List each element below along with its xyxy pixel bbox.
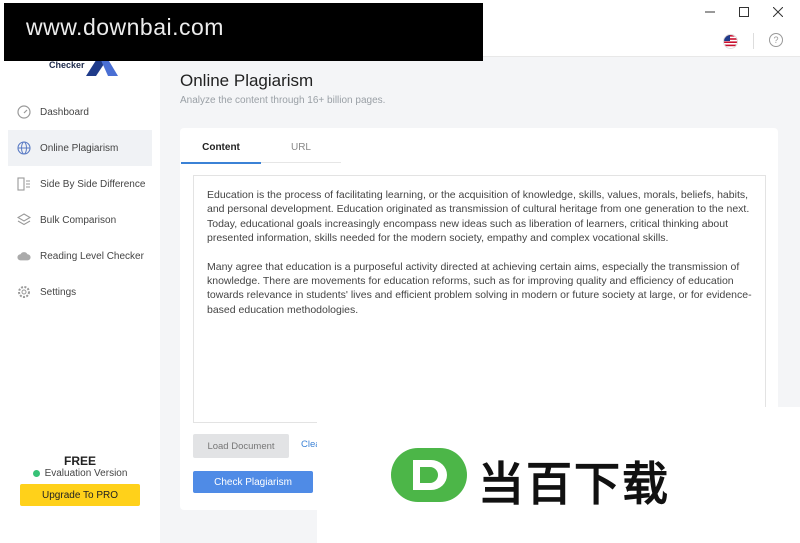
- sidebar-item-label: Online Plagiarism: [40, 142, 119, 154]
- sidebar-item-label: Dashboard: [40, 106, 89, 118]
- sidebar-item-dashboard[interactable]: Dashboard: [8, 94, 152, 130]
- maximize-icon: [739, 7, 749, 17]
- toolbar-divider: [753, 33, 754, 49]
- load-document-button[interactable]: Load Document: [193, 434, 289, 458]
- help-icon[interactable]: ?: [769, 33, 783, 47]
- check-plagiarism-button[interactable]: Check Plagiarism: [193, 471, 313, 493]
- text-paragraph: Education is the process of facilitating…: [207, 189, 750, 245]
- cloud-icon: [17, 249, 31, 263]
- sidebar-item-label: Side By Side Difference: [40, 178, 146, 190]
- maximize-button[interactable]: [727, 0, 761, 24]
- close-icon: [773, 7, 783, 17]
- minimize-icon: [705, 11, 715, 13]
- watermark-logo-icon: [391, 448, 467, 502]
- dashboard-gauge-icon: [17, 105, 31, 119]
- watermark-url-text: www.downbai.com: [26, 14, 224, 40]
- sidebar-item-online-plagiarism[interactable]: Online Plagiarism: [8, 130, 152, 166]
- plan-label: FREE: [63, 454, 96, 468]
- document-compare-icon: [17, 177, 31, 191]
- sidebar-item-settings[interactable]: Settings: [8, 274, 152, 310]
- gear-icon: [17, 285, 31, 299]
- status-dot-icon: [32, 470, 40, 477]
- tab-url[interactable]: URL: [261, 132, 341, 163]
- globe-icon: [17, 141, 31, 155]
- close-button[interactable]: [761, 0, 795, 24]
- layers-icon: [17, 213, 31, 227]
- us-flag-icon[interactable]: [723, 34, 738, 49]
- minimize-button[interactable]: [693, 0, 727, 24]
- plan-status: Evaluation Version: [0, 468, 160, 479]
- page-subtitle: Analyze the content through 16+ billion …: [180, 95, 386, 106]
- sidebar-item-label: Bulk Comparison: [40, 214, 117, 226]
- watermark-brand-text: 当百下载: [478, 457, 670, 511]
- sidebar-item-side-by-side[interactable]: Side By Side Difference: [8, 166, 152, 202]
- content-textarea[interactable]: Education is the process of facilitating…: [193, 175, 766, 423]
- sidebar-item-bulk-comparison[interactable]: Bulk Comparison: [8, 202, 152, 238]
- tab-content[interactable]: Content: [181, 132, 261, 164]
- logo-text: Checker: [49, 60, 85, 70]
- sidebar-item-reading-level[interactable]: Reading Level Checker: [8, 238, 152, 274]
- upgrade-button[interactable]: Upgrade To PRO: [20, 484, 140, 506]
- sidebar-item-label: Settings: [40, 286, 77, 298]
- plan-status-text: Evaluation Version: [44, 468, 128, 479]
- page-title: Online Plagiarism: [180, 71, 314, 90]
- text-paragraph: Many agree that education is a purposefu…: [207, 260, 752, 316]
- sidebar-item-label: Reading Level Checker: [40, 250, 144, 262]
